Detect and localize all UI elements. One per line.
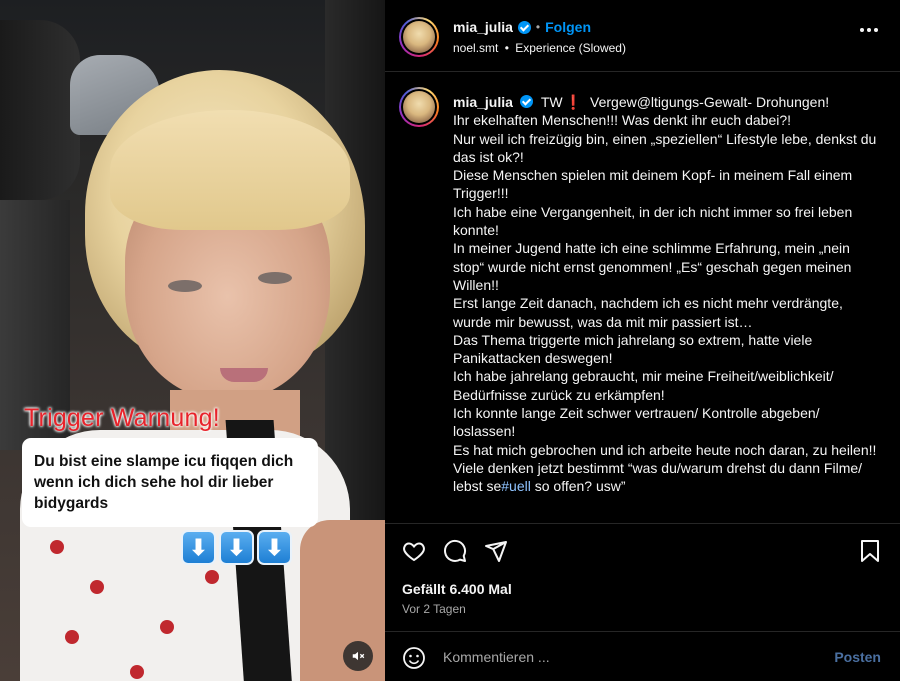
- verified-badge-icon: [519, 95, 533, 108]
- down-arrow-icon: ⬇: [181, 530, 216, 565]
- caption-tw: TW: [540, 94, 563, 110]
- left-eye: [168, 280, 202, 292]
- caption-line: Nur weil ich freizügig bin, einen „spezi…: [453, 130, 877, 165]
- post-comment-button[interactable]: Posten: [834, 649, 881, 665]
- verified-badge-icon: [517, 20, 531, 34]
- audio-separator: •: [504, 41, 509, 55]
- caption-line: Vergew@ltigungs-Gewalt- Drohungen!: [590, 94, 830, 110]
- more-options-icon[interactable]: [860, 28, 878, 32]
- arrow-row: ⬇ ⬇ ⬇: [181, 530, 292, 565]
- caption-avatar[interactable]: [399, 87, 439, 127]
- caption-area: mia_julia TW ❗ Vergew@ltigungs-Gewalt- Dro…: [385, 73, 900, 523]
- dress-flower: [90, 580, 104, 594]
- trigger-warning-title: Trigger Warnung!: [24, 404, 220, 432]
- caption-text: mia_julia TW ❗ Vergew@ltigungs-Gewalt- Dro…: [453, 93, 883, 496]
- likes-count[interactable]: Gefällt 6.400 Mal: [402, 581, 512, 597]
- follow-button[interactable]: Folgen: [545, 19, 591, 35]
- bangs: [110, 110, 350, 230]
- comment-bubble-icon[interactable]: [442, 538, 468, 564]
- dress-flower: [205, 570, 219, 584]
- caption-line: Das Thema triggerte mich jahrelang so ex…: [453, 331, 813, 367]
- post-time[interactable]: Vor 2 Tagen: [402, 602, 466, 616]
- dress-flower: [50, 540, 64, 554]
- right-eye: [258, 272, 292, 284]
- emoji-smiley-icon[interactable]: [401, 645, 427, 671]
- like-heart-icon[interactable]: [401, 538, 427, 564]
- caption-line: In meiner Jugend hatte ich eine schlimme…: [453, 240, 852, 293]
- author-username[interactable]: mia_julia: [453, 19, 513, 35]
- dress-flower: [65, 630, 79, 644]
- post-panel: mia_julia • Folgen noel.smt • Experience…: [385, 0, 900, 681]
- caption-username[interactable]: mia_julia: [453, 94, 513, 110]
- mute-button[interactable]: [343, 641, 373, 671]
- audio-title: Experience (Slowed): [515, 41, 626, 55]
- separator: •: [535, 20, 541, 34]
- down-arrow-icon: ⬇: [219, 530, 254, 565]
- caption-line: Ihr ekelhaften Menschen!!! Was denkt ihr…: [453, 112, 792, 129]
- share-paperplane-icon[interactable]: [483, 538, 509, 564]
- caption-line: Ich konnte lange Zeit schwer vertrauen/ …: [453, 405, 820, 440]
- exclamation-icon: ❗: [564, 94, 583, 110]
- post-header: mia_julia • Folgen noel.smt • Experience…: [385, 0, 900, 72]
- quote-box: Du bist eine slampe icu fiqqen dich wenn…: [22, 438, 318, 527]
- down-arrow-icon: ⬇: [257, 530, 292, 565]
- header-user-line: mia_julia • Folgen: [453, 19, 591, 35]
- audio-info[interactable]: noel.smt • Experience (Slowed): [453, 41, 626, 55]
- caption-line: Diese Menschen spielen mit deinem Kopf- …: [453, 167, 853, 202]
- comment-bar: Kommentieren ... Posten: [385, 631, 900, 681]
- save-bookmark-icon[interactable]: [857, 538, 883, 564]
- caption-line: Es hat mich gebrochen und ich arbeite he…: [453, 441, 877, 458]
- caption-line: so offen? usw”: [530, 478, 626, 495]
- quote-text: Du bist eine slampe icu fiqqen dich wenn…: [34, 453, 294, 512]
- dress-flower: [130, 665, 144, 679]
- speaker-muted-icon: [352, 651, 365, 661]
- caption-line: Erst lange Zeit danach, nachdem ich es n…: [453, 295, 843, 330]
- comment-input[interactable]: Kommentieren ...: [443, 649, 550, 665]
- author-avatar[interactable]: [399, 17, 439, 57]
- mouth: [220, 368, 268, 382]
- dress-flower: [160, 620, 174, 634]
- caption-line: Ich habe jahrelang gebraucht, mir meine …: [453, 368, 834, 403]
- caption-line: Ich habe eine Vergangenheit, in der ich …: [453, 203, 853, 239]
- car-headrest: [0, 20, 80, 200]
- hashtag-link[interactable]: #uell: [501, 478, 531, 494]
- audio-author: noel.smt: [453, 41, 499, 55]
- post-media[interactable]: Trigger Warnung! Du bist eine slampe icu…: [0, 0, 385, 681]
